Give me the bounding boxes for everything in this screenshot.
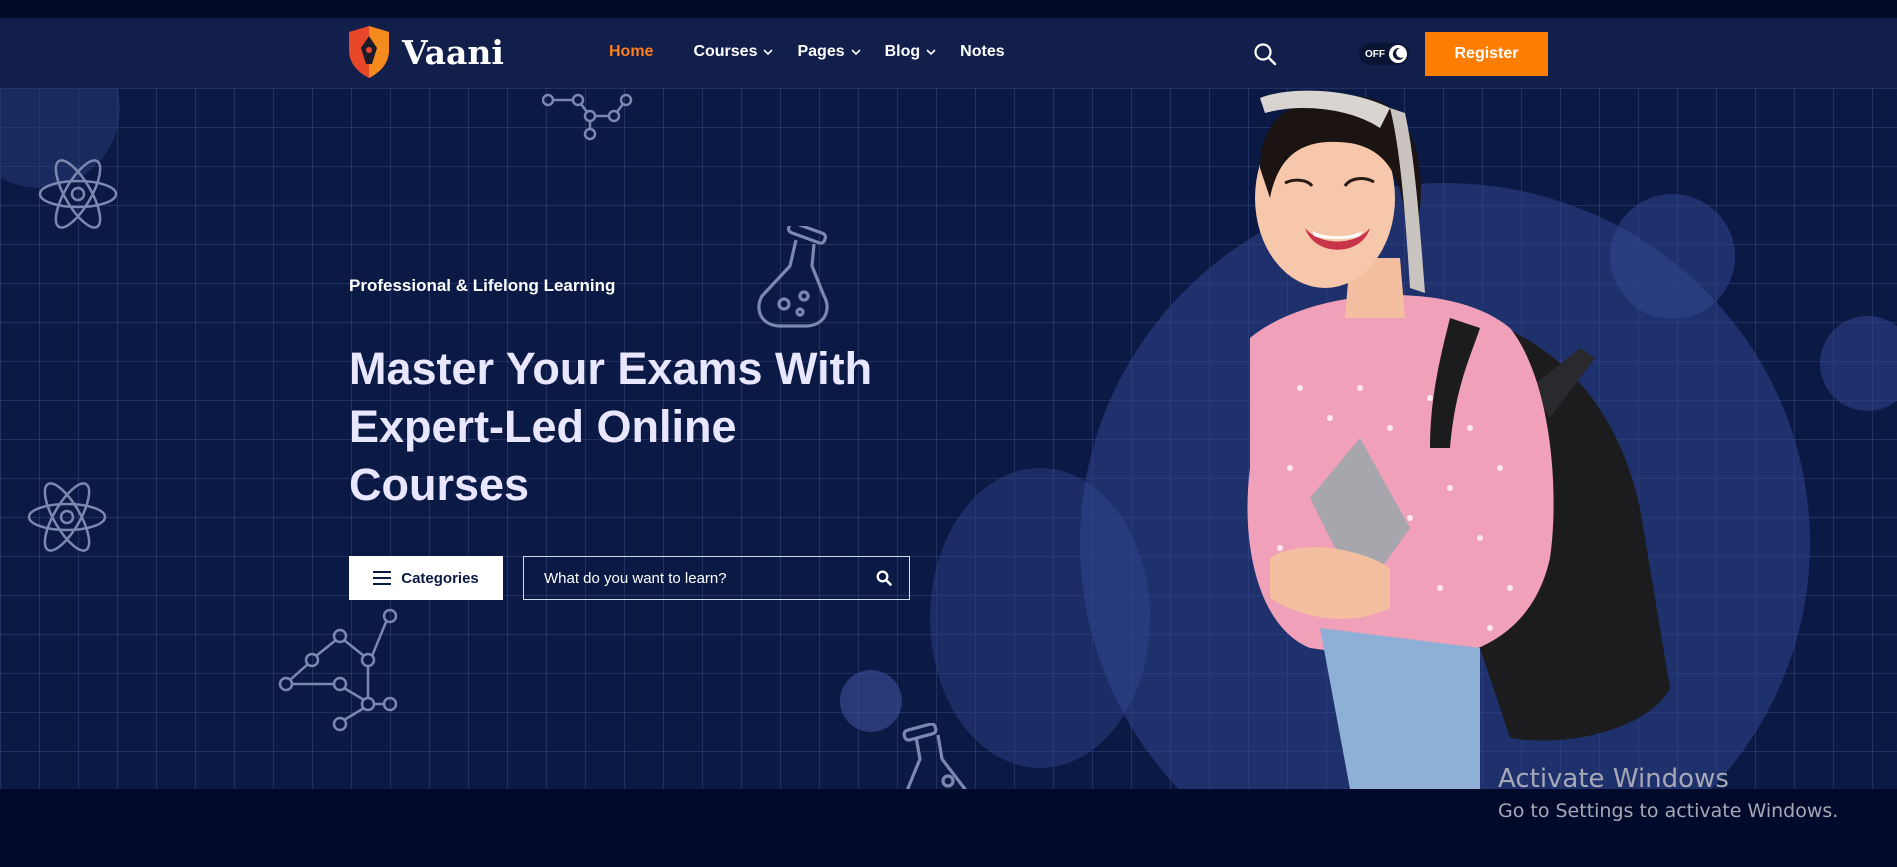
nav-blog[interactable]: Blog [885,43,937,61]
chevron-down-icon [926,49,936,56]
logo[interactable]: Vaani [346,26,504,78]
hero-eyebrow: Professional & Lifelong Learning [349,276,616,295]
course-search-input[interactable] [524,557,859,599]
dark-mode-toggle[interactable]: OFF [1359,43,1409,65]
nav-pages-label: Pages [797,43,845,60]
course-search-box [523,556,910,600]
moon-icon [1389,45,1407,63]
shield-pen-logo-icon [349,26,389,78]
register-button[interactable]: Register [1425,32,1548,76]
flask-icon [757,226,829,328]
nav-home[interactable]: Home [609,43,653,61]
atom-icon [27,482,107,552]
chevron-down-icon [851,49,861,56]
menu-icon [373,571,392,585]
categories-button[interactable]: Categories [349,556,503,600]
nav-notes[interactable]: Notes [960,43,1004,61]
nav-pages[interactable]: Pages [797,43,861,61]
search-icon [1254,43,1277,66]
decor-circle [840,670,902,732]
nav-courses-label: Courses [693,43,758,60]
search-icon [876,570,892,586]
nav-blog-label: Blog [884,43,921,60]
top-strip [0,0,1897,18]
watermark-subtitle: Go to Settings to activate Windows. [1498,800,1839,822]
nav-notes-label: Notes [960,43,1005,60]
watermark-title: Activate Windows [1498,764,1729,794]
molecule-icon [278,608,398,732]
header-search-button[interactable] [1252,41,1278,67]
main-nav: Home Courses Pages Blog Notes [609,40,1029,64]
molecule-icon [542,93,633,141]
course-search-submit[interactable] [859,557,909,599]
hero-section: Professional & Lifelong Learning Master … [0,88,1897,789]
categories-label: Categories [401,569,479,587]
toggle-label: OFF [1365,48,1385,60]
windows-activation-watermark: Activate Windows Go to Settings to activ… [1498,764,1838,822]
atom-icon [38,159,118,229]
nav-home-label: Home [609,43,654,60]
student-photo [1247,90,1670,789]
brand-name: Vaani [402,32,504,72]
hero-headline: Master Your Exams With Expert-Led Online… [349,343,873,510]
nav-courses[interactable]: Courses [693,43,774,61]
flask-icon [902,723,967,789]
chevron-down-icon [763,49,774,56]
